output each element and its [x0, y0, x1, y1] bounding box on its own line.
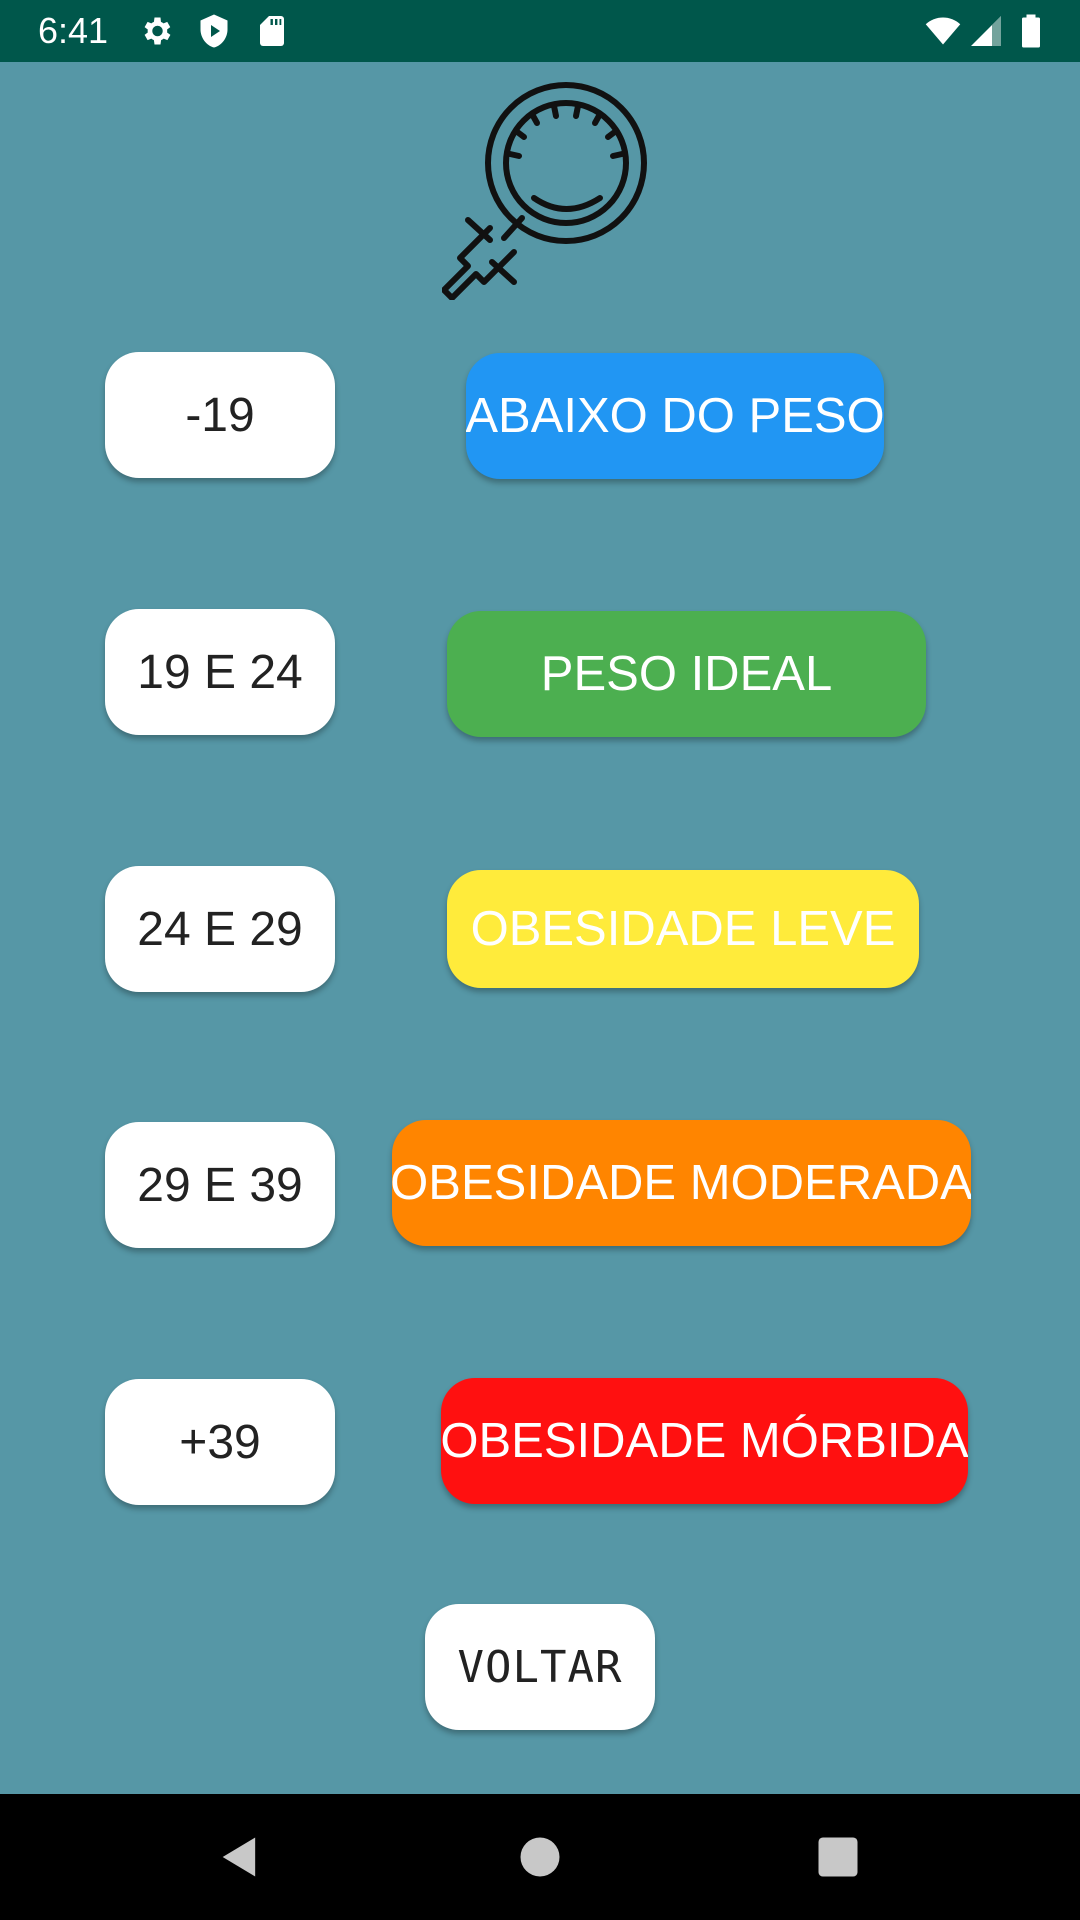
shield-play-icon: [200, 14, 228, 48]
range-label: 24 E 29: [137, 902, 303, 956]
home-icon[interactable]: [514, 1831, 566, 1883]
bmi-range-24-29: 24 E 29: [105, 866, 335, 992]
category-label: OBESIDADE LEVE: [470, 902, 896, 956]
recents-icon[interactable]: [812, 1831, 864, 1883]
ideal-weight-button[interactable]: PESO IDEAL: [447, 611, 926, 737]
underweight-button[interactable]: ABAIXO DO PESO: [466, 353, 884, 479]
category-label: PESO IDEAL: [540, 647, 833, 701]
mild-obesity-button[interactable]: OBESIDADE LEVE: [447, 870, 919, 988]
range-label: +39: [179, 1415, 261, 1469]
status-bar: 6:41: [0, 0, 1080, 62]
gear-icon: [144, 17, 171, 45]
sd-card-icon: [260, 16, 284, 46]
range-label: 19 E 24: [137, 645, 303, 699]
category-label: OBESIDADE MÓRBIDA: [441, 1414, 968, 1468]
voltar-button[interactable]: VOLTAR: [425, 1604, 655, 1730]
morbid-obesity-button[interactable]: OBESIDADE MÓRBIDA: [441, 1378, 968, 1504]
navigation-bar: [0, 1794, 1080, 1920]
back-icon[interactable]: [214, 1831, 266, 1883]
bmi-range-above-39: +39: [105, 1379, 335, 1505]
voltar-label: VOLTAR: [457, 1641, 623, 1693]
battery-icon: [1022, 14, 1040, 48]
range-label: 29 E 39: [137, 1158, 303, 1212]
moderate-obesity-button[interactable]: OBESIDADE MODERADA: [392, 1120, 971, 1246]
status-time: 6:41: [38, 10, 109, 51]
signal-icon: [971, 16, 1001, 46]
category-label: ABAIXO DO PESO: [466, 389, 884, 443]
wifi-icon: [925, 17, 961, 45]
bmi-range-19-24: 19 E 24: [105, 609, 335, 735]
female-symbol-scale-icon: [442, 82, 647, 300]
range-label: -19: [185, 388, 255, 442]
bmi-range-29-39: 29 E 39: [105, 1122, 335, 1248]
bmi-range-below-19: -19: [105, 352, 335, 478]
category-label: OBESIDADE MODERADA: [392, 1156, 971, 1210]
